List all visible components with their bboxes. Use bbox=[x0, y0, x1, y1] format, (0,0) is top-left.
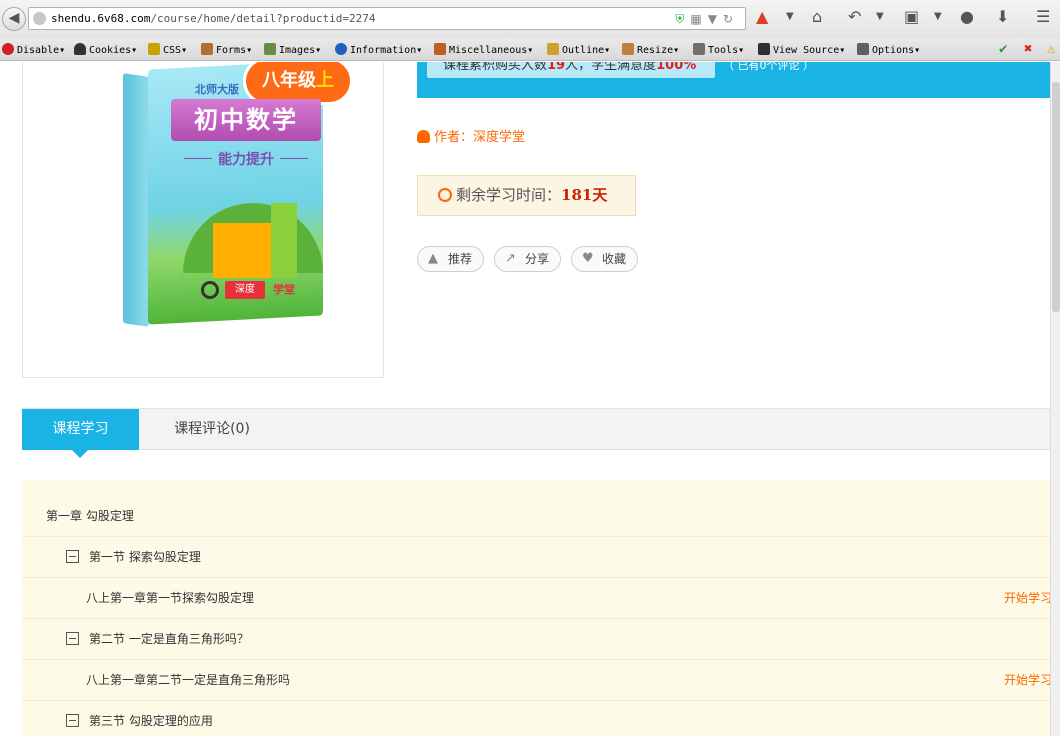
thumbs-up-icon: ▲ bbox=[428, 251, 438, 266]
lesson-row: 八上第一章第二节一定是直角三角形吗 开始学习 bbox=[22, 660, 1050, 701]
collapse-icon[interactable] bbox=[66, 632, 79, 645]
dev-view-source[interactable]: View Source▾ bbox=[758, 43, 845, 56]
reload-icon[interactable]: ↻ bbox=[723, 12, 739, 26]
dev-disable[interactable]: Disable▾ bbox=[2, 43, 65, 56]
css-icon bbox=[148, 43, 160, 55]
dev-cookies[interactable]: Cookies▾ bbox=[74, 43, 137, 56]
addon-dropdown-icon[interactable]: ▼ bbox=[786, 11, 794, 22]
clock-icon bbox=[438, 188, 452, 202]
target-icon bbox=[201, 281, 219, 299]
undo-icon[interactable]: ↶ bbox=[848, 7, 861, 26]
crop-dropdown-icon[interactable]: ▼ bbox=[934, 11, 942, 22]
forms-icon bbox=[201, 43, 213, 55]
dev-outline[interactable]: Outline▾ bbox=[547, 43, 610, 56]
tab-reviews[interactable]: 课程评论(0) bbox=[162, 409, 262, 450]
remaining-time: 剩余学习时间：181天 bbox=[417, 175, 636, 216]
disable-icon bbox=[2, 43, 14, 55]
book-logo-text: 学堂 bbox=[273, 283, 295, 296]
share-icon: ↗ bbox=[505, 251, 516, 266]
outline-icon bbox=[547, 43, 559, 55]
book-spine bbox=[123, 73, 149, 327]
lesson-row: 八上第一章第一节探索勾股定理 开始学习 bbox=[22, 578, 1050, 619]
url-bar[interactable]: shendu.6v68.com/course/home/detail?produ… bbox=[28, 7, 746, 30]
qr-icon[interactable]: ▦ bbox=[690, 12, 707, 26]
chapter-list: 第一章 勾股定理 第一节 探索勾股定理 八上第一章第一节探索勾股定理 开始学习 第… bbox=[22, 480, 1050, 736]
stats-pill: 课程累积购买人数19人，学生满意度100% bbox=[427, 62, 715, 78]
cookies-icon bbox=[74, 43, 86, 55]
web-developer-toolbar: Disable▾ Cookies▾ CSS▾ Forms▾ Images▾ In… bbox=[0, 38, 1060, 61]
comment-count[interactable]: （ 已有0个评论 ） bbox=[723, 62, 814, 73]
course-stats-bar: 课程累积购买人数19人，学生满意度100% （ 已有0个评论 ） bbox=[417, 62, 1050, 98]
section-row[interactable]: 第二节 一定是直角三角形吗？ bbox=[22, 619, 1050, 660]
addon-icon[interactable]: ▲ bbox=[756, 7, 768, 26]
section-row[interactable]: 第一节 探索勾股定理 bbox=[22, 537, 1050, 578]
user-icon bbox=[417, 130, 430, 143]
options-icon bbox=[857, 43, 869, 55]
dev-forms[interactable]: Forms▾ bbox=[201, 43, 252, 56]
chapter-title: 第一章 勾股定理 bbox=[22, 496, 1050, 537]
book-title: 初中数学 bbox=[171, 99, 321, 141]
dev-information[interactable]: Information▾ bbox=[335, 43, 422, 56]
menu-icon[interactable]: ☰ bbox=[1036, 7, 1050, 26]
start-study-link[interactable]: 开始学习 bbox=[1004, 578, 1050, 618]
globe-icon bbox=[33, 12, 46, 25]
section-row[interactable]: 第三节 勾股定理的应用 bbox=[22, 701, 1050, 736]
back-button[interactable]: ◀ bbox=[2, 7, 26, 31]
undo-dropdown-icon[interactable]: ▼ bbox=[876, 11, 884, 22]
dev-tools[interactable]: Tools▾ bbox=[693, 43, 744, 56]
collapse-icon[interactable] bbox=[66, 550, 79, 563]
recommend-button[interactable]: ▲ 推荐 bbox=[417, 246, 484, 272]
dev-miscellaneous[interactable]: Miscellaneous▾ bbox=[434, 43, 533, 56]
book-logo: 深度 bbox=[225, 281, 265, 299]
heart-icon: ♥ bbox=[582, 251, 594, 266]
crop-icon[interactable]: ▣ bbox=[904, 7, 919, 26]
scrollbar-thumb[interactable] bbox=[1052, 82, 1060, 312]
course-tabs: 课程学习 课程评论(0) bbox=[22, 408, 1050, 458]
dev-options[interactable]: Options▾ bbox=[857, 43, 920, 56]
book-podium2-art bbox=[271, 203, 297, 278]
book-podium-art bbox=[213, 223, 273, 278]
collapse-icon[interactable] bbox=[66, 714, 79, 727]
dev-images[interactable]: Images▾ bbox=[264, 43, 321, 56]
course-image-box: 北师大版 八年级上 初中数学 能力提升 深度 学堂 bbox=[22, 62, 384, 378]
information-icon bbox=[335, 43, 347, 55]
url-icons: ⛨▦▼↻ bbox=[675, 12, 739, 27]
home-icon[interactable]: ⌂ bbox=[812, 7, 822, 26]
dev-resize[interactable]: Resize▾ bbox=[622, 43, 679, 56]
resize-icon bbox=[622, 43, 634, 55]
view-source-icon bbox=[758, 43, 770, 55]
warning-icon[interactable]: ⚠ bbox=[1047, 41, 1055, 57]
chat-icon[interactable]: ● bbox=[960, 7, 974, 26]
download-icon[interactable]: ⬇ bbox=[996, 7, 1009, 26]
tab-study[interactable]: 课程学习 bbox=[22, 409, 139, 458]
start-study-link[interactable]: 开始学习 bbox=[1004, 660, 1050, 700]
author[interactable]: 作者：深度学堂 bbox=[417, 126, 525, 145]
error-icon[interactable]: ✖ bbox=[1024, 41, 1032, 57]
miscellaneous-icon bbox=[434, 43, 446, 55]
favorite-button[interactable]: ♥ 收藏 bbox=[571, 246, 638, 272]
book-publisher: 北师大版 bbox=[195, 83, 239, 96]
dropdown-icon[interactable]: ▼ bbox=[708, 12, 723, 26]
shield-icon: ⛨ bbox=[675, 12, 691, 26]
valid-check-icon[interactable]: ✔ bbox=[999, 41, 1007, 57]
book-subtitle: 能力提升 bbox=[171, 149, 321, 169]
share-button[interactable]: ↗ 分享 bbox=[494, 246, 561, 272]
browser-toolbar: ◀ shendu.6v68.com/course/home/detail?pro… bbox=[0, 0, 1060, 38]
page-scrollbar[interactable] bbox=[1050, 62, 1060, 736]
dev-css[interactable]: CSS▾ bbox=[148, 43, 187, 56]
page-content: 北师大版 八年级上 初中数学 能力提升 深度 学堂 课程累积购买人数19人，学生… bbox=[0, 62, 1050, 736]
course-cover-image: 北师大版 八年级上 初中数学 能力提升 深度 学堂 bbox=[123, 62, 353, 333]
images-icon bbox=[264, 43, 276, 55]
tools-icon bbox=[693, 43, 705, 55]
url-text: shendu.6v68.com/course/home/detail?produ… bbox=[51, 12, 376, 25]
